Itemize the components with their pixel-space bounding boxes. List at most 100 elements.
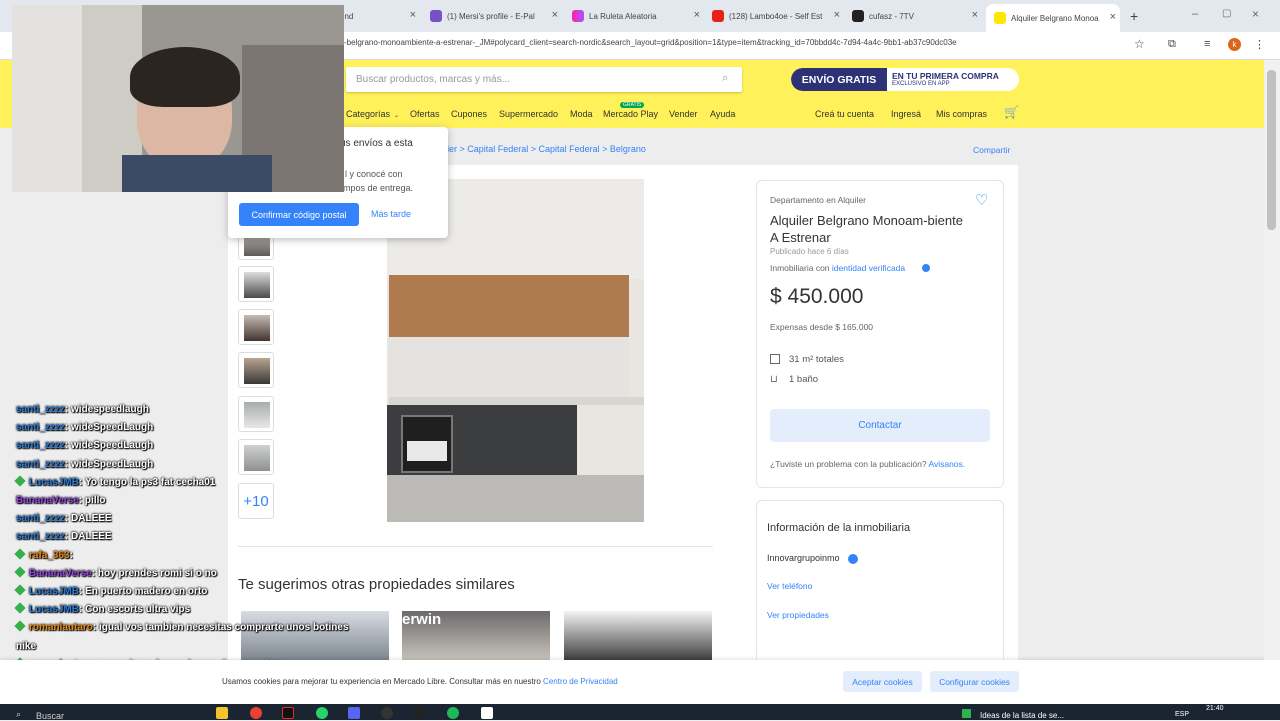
breadcrumb[interactable]: uiler > Capital Federal > Capital Federa… [440, 144, 646, 154]
nav-vender[interactable]: Vender [669, 109, 698, 119]
new-tab-icon[interactable]: + [1130, 8, 1138, 24]
gallery-thumb[interactable] [238, 396, 274, 432]
nav-moda[interactable]: Moda [570, 109, 593, 119]
chat-username[interactable]: santi_zzzz [16, 404, 65, 415]
tab-2[interactable]: (1) Mersi's profile - E-Pal × [430, 6, 562, 26]
nav-categorias[interactable]: Categorías [346, 109, 390, 119]
news-widget-icon[interactable] [962, 709, 971, 718]
profile-avatar[interactable]: k [1228, 38, 1241, 51]
chat-username[interactable]: LucasJMB [29, 604, 79, 615]
similar-property-card[interactable]: erwin [402, 611, 550, 661]
capcut-icon[interactable] [414, 707, 426, 719]
discord-icon[interactable] [348, 707, 360, 719]
share-link[interactable]: Compartir [973, 145, 1010, 155]
chat-username[interactable]: LucasJMB [29, 477, 79, 488]
chat-message: BananaVerse: hoy prendes romi si o no [14, 566, 217, 579]
chat-username[interactable]: santi_zzzz [16, 459, 65, 470]
my-purchases-link[interactable]: Mis compras [936, 109, 987, 119]
media-icon[interactable]: ≡ [1204, 38, 1210, 50]
contact-button[interactable]: Contactar [770, 409, 990, 442]
close-tab-icon[interactable]: × [552, 9, 558, 21]
chat-message: LucasJMB: En puerto madero en orto [14, 584, 207, 597]
notepad-icon[interactable] [481, 707, 493, 719]
minimize-icon[interactable]: – [1192, 8, 1198, 20]
tab-4[interactable]: (128) Lambo4oe - Self Est × [712, 6, 844, 26]
chat-text: : [69, 549, 73, 561]
search-icon[interactable]: ⌕ [722, 72, 728, 85]
gallery-thumb[interactable] [238, 352, 274, 388]
login-link[interactable]: Ingresá [891, 109, 921, 119]
privacy-link[interactable]: Centro de Privacidad [543, 677, 618, 686]
confirm-postal-button[interactable]: Confirmar código postal [239, 203, 359, 226]
chat-username[interactable]: santi_zzzz [16, 422, 65, 433]
close-window-icon[interactable]: × [1252, 7, 1259, 21]
favorite-heart-icon[interactable]: ♡ [975, 191, 988, 209]
similar-property-card[interactable] [564, 611, 712, 661]
news-widget[interactable]: Ideas de la lista de se... [980, 711, 1064, 720]
view-phone-link[interactable]: Ver teléfono [767, 581, 812, 591]
view-properties-link[interactable]: Ver propiedades [767, 610, 829, 620]
tiktok-icon[interactable] [282, 707, 294, 719]
whatsapp-icon[interactable] [316, 707, 328, 719]
nav-supermercado[interactable]: Supermercado [499, 109, 558, 119]
create-account-link[interactable]: Creá tu cuenta [815, 109, 874, 119]
close-tab-icon[interactable]: × [834, 9, 840, 21]
file-explorer-icon[interactable] [216, 707, 228, 719]
gallery-thumb[interactable] [238, 266, 274, 302]
nav-ofertas[interactable]: Ofertas [410, 109, 440, 119]
chat-text: : hoy prendes romi si o no [91, 567, 217, 579]
later-link[interactable]: Más tarde [371, 209, 411, 219]
report-link[interactable]: Avisanos. [928, 459, 965, 469]
chat-username[interactable]: santi_zzzz [16, 531, 65, 542]
extensions-icon[interactable]: ⧉ [1168, 38, 1176, 51]
nav-ayuda[interactable]: Ayuda [710, 109, 735, 119]
url-text[interactable]: -belgrano-monoambiente-a-estrenar-_JM#po… [344, 38, 957, 47]
chat-username[interactable]: santi_zzzz [16, 440, 65, 451]
language-indicator[interactable]: ESP [1175, 711, 1189, 718]
chat-username[interactable]: BananaVerse [16, 495, 79, 506]
chat-username[interactable]: rafa_363 [29, 550, 70, 561]
chat-text: : Con escorts ultra vips [79, 604, 191, 616]
scrollbar-thumb[interactable] [1267, 70, 1276, 230]
tab-5[interactable]: cufasz - 7TV × [852, 6, 982, 26]
7tv-favicon-icon [852, 10, 864, 22]
tab-1[interactable]: und × [340, 6, 420, 26]
chat-username[interactable]: LucasJMB [29, 586, 79, 597]
spotify-icon[interactable] [447, 707, 459, 719]
report-prefix: ¿Tuviste un problema con la publicación? [770, 459, 929, 469]
agency-name: Innovargrupoinmo [767, 553, 840, 563]
verified-link[interactable]: identidad verificada [832, 263, 905, 273]
close-tab-icon[interactable]: × [972, 9, 978, 21]
bookmark-star-icon[interactable]: ☆ [1134, 37, 1145, 51]
nav-mercado-play[interactable]: Mercado Play [603, 109, 658, 119]
close-tab-icon[interactable]: × [1110, 11, 1116, 23]
popup-title: us envíos a esta [340, 138, 413, 149]
clock[interactable]: 21:40 [1206, 705, 1224, 712]
obs-icon[interactable] [381, 707, 393, 719]
browser-menu-icon[interactable]: ⋮ [1254, 38, 1265, 51]
configure-cookies-button[interactable]: Configurar cookies [930, 671, 1019, 692]
gallery-thumb[interactable] [238, 439, 274, 475]
maximize-icon[interactable]: ▢ [1222, 8, 1231, 19]
promo-line1: EN TU PRIMERA COMPRA [892, 71, 999, 81]
tab-active[interactable]: Alquiler Belgrano Monoa × [986, 4, 1120, 32]
promo-banner[interactable]: ENVÍO GRATIS EN TU PRIMERA COMPRA EXCLUS… [791, 68, 1019, 91]
close-tab-icon[interactable]: × [694, 9, 700, 21]
accept-cookies-button[interactable]: Aceptar cookies [843, 671, 922, 692]
search-icon[interactable]: ⌕ [16, 709, 21, 720]
nav-cupones[interactable]: Cupones [451, 109, 487, 119]
more-photos-button[interactable]: +10 [238, 483, 274, 519]
tab-3[interactable]: La Ruleta Aleatoria × [572, 6, 704, 26]
chat-message: rafa_363: [14, 547, 73, 561]
chat-message: santi_zzzz: widespeedlaugh [16, 404, 149, 415]
similar-property-card[interactable] [241, 611, 389, 661]
chat-username[interactable]: romanlautaro [29, 622, 93, 633]
similar-heading: Te sugerimos otras propiedades similares [238, 576, 515, 593]
cart-icon[interactable]: 🛒 [1004, 105, 1019, 119]
close-tab-icon[interactable]: × [410, 9, 416, 21]
expenses: Expensas desde $ 165.000 [770, 322, 874, 332]
chat-username[interactable]: BananaVerse [29, 568, 92, 579]
chat-username[interactable]: santi_zzzz [16, 513, 65, 524]
gallery-thumb[interactable] [238, 309, 274, 345]
chrome-icon[interactable] [250, 707, 262, 719]
